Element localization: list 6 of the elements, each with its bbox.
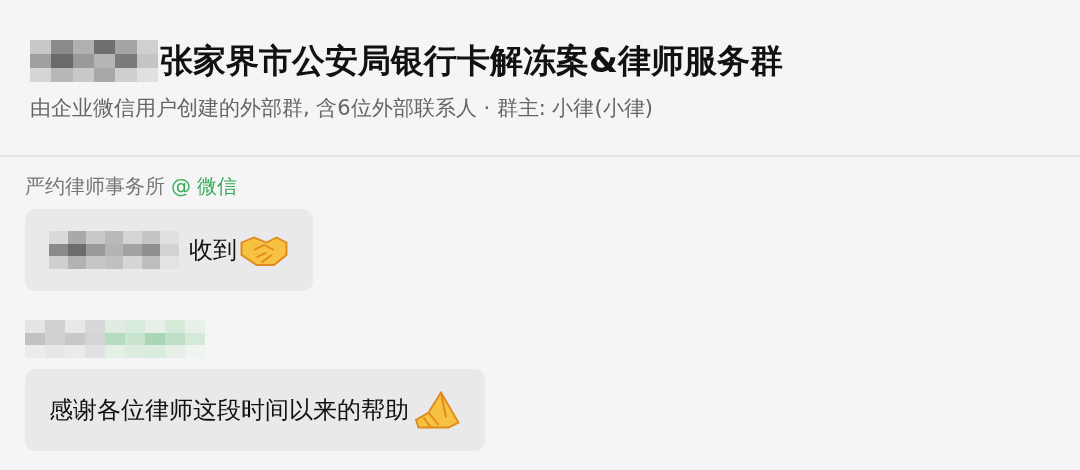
message-text: 感谢各位律师这段时间以来的帮助 [49,395,409,426]
sender-name: 严约律师事务所 [25,172,165,200]
chat-title: 张家界市公安局银行卡解冻案&律师服务群 [160,39,783,82]
message-text: 收到 [189,235,237,266]
chat-subtitle: 由企业微信用户创建的外部群, 含6位外部联系人 · 群主: 小律(小律) [30,95,654,122]
sender-source: @ 微信 [171,172,238,200]
